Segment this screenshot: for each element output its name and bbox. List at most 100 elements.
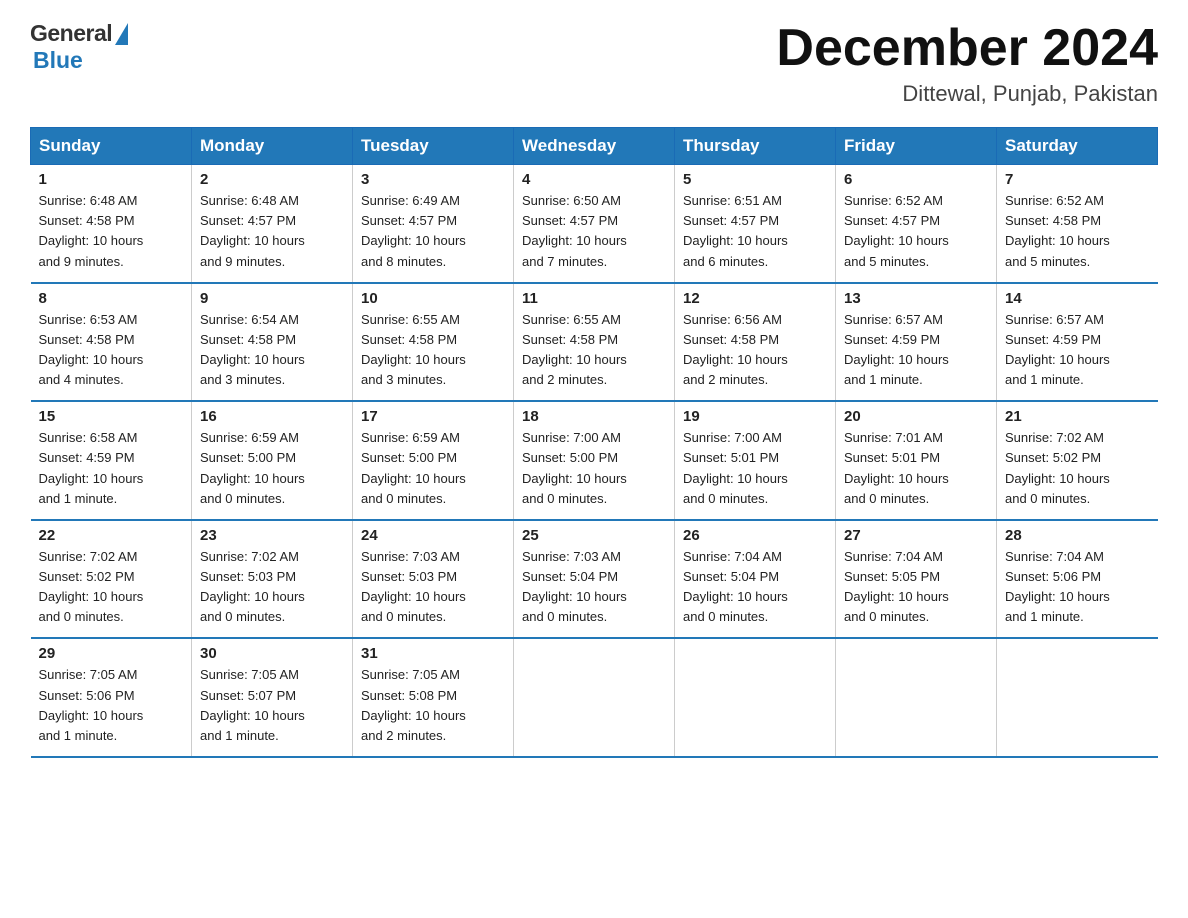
calendar-cell: 8Sunrise: 6:53 AM Sunset: 4:58 PM Daylig… (31, 283, 192, 402)
day-number: 9 (200, 290, 344, 307)
day-info: Sunrise: 6:57 AM Sunset: 4:59 PM Dayligh… (1005, 310, 1150, 391)
day-info: Sunrise: 7:03 AM Sunset: 5:03 PM Dayligh… (361, 547, 505, 628)
col-sunday: Sunday (31, 128, 192, 165)
calendar-table: Sunday Monday Tuesday Wednesday Thursday… (30, 127, 1158, 758)
day-number: 12 (683, 290, 827, 307)
col-monday: Monday (192, 128, 353, 165)
day-number: 17 (361, 408, 505, 425)
calendar-cell: 25 Sunrise: 7:03 AM Sunset: 5:04 PM Dayli… (514, 520, 675, 639)
day-info: Sunrise: 7:00 AM Sunset: 5:00 PM Dayligh… (522, 428, 666, 509)
day-info: Sunrise: 7:02 AM Sunset: 5:02 PM Dayligh… (1005, 428, 1150, 509)
calendar-cell: 12 Sunrise: 6:56 AM Sunset: 4:58 PM Dayli… (675, 283, 836, 402)
day-number: 14 (1005, 290, 1150, 307)
day-info: Sunrise: 7:05 AM Sunset: 5:07 PM Dayligh… (200, 665, 344, 746)
day-number: 29 (39, 645, 184, 662)
day-info: Sunrise: 7:04 AM Sunset: 5:06 PM Dayligh… (1005, 547, 1150, 628)
day-number: 23 (200, 527, 344, 544)
calendar-cell: 17 Sunrise: 6:59 AM Sunset: 5:00 PM Dayli… (353, 401, 514, 520)
day-info: Sunrise: 6:52 AM Sunset: 4:57 PM Dayligh… (844, 191, 988, 272)
col-saturday: Saturday (997, 128, 1158, 165)
logo-blue-text: Blue (33, 47, 83, 74)
day-number: 22 (39, 527, 184, 544)
day-info: Sunrise: 6:55 AM Sunset: 4:58 PM Dayligh… (361, 310, 505, 391)
col-thursday: Thursday (675, 128, 836, 165)
day-info: Sunrise: 6:49 AM Sunset: 4:57 PM Dayligh… (361, 191, 505, 272)
calendar-week-row: 1 Sunrise: 6:48 AM Sunset: 4:58 PM Daylig… (31, 165, 1158, 283)
day-info: Sunrise: 7:05 AM Sunset: 5:08 PM Dayligh… (361, 665, 505, 746)
col-wednesday: Wednesday (514, 128, 675, 165)
day-number: 18 (522, 408, 666, 425)
calendar-week-row: 15 Sunrise: 6:58 AM Sunset: 4:59 PM Dayli… (31, 401, 1158, 520)
calendar-cell: 23Sunrise: 7:02 AM Sunset: 5:03 PM Dayli… (192, 520, 353, 639)
day-info: Sunrise: 7:02 AM Sunset: 5:02 PM Dayligh… (39, 547, 184, 628)
day-number: 1 (39, 171, 184, 188)
day-number: 25 (522, 527, 666, 544)
day-info: Sunrise: 7:04 AM Sunset: 5:04 PM Dayligh… (683, 547, 827, 628)
header-row: Sunday Monday Tuesday Wednesday Thursday… (31, 128, 1158, 165)
day-number: 24 (361, 527, 505, 544)
day-number: 5 (683, 171, 827, 188)
day-info: Sunrise: 7:05 AM Sunset: 5:06 PM Dayligh… (39, 665, 184, 746)
day-number: 21 (1005, 408, 1150, 425)
day-number: 13 (844, 290, 988, 307)
day-info: Sunrise: 6:58 AM Sunset: 4:59 PM Dayligh… (39, 428, 184, 509)
day-number: 4 (522, 171, 666, 188)
day-info: Sunrise: 7:01 AM Sunset: 5:01 PM Dayligh… (844, 428, 988, 509)
day-number: 20 (844, 408, 988, 425)
calendar-cell: 22 Sunrise: 7:02 AM Sunset: 5:02 PM Dayli… (31, 520, 192, 639)
calendar-cell: 7 Sunrise: 6:52 AM Sunset: 4:58 PM Daylig… (997, 165, 1158, 283)
day-info: Sunrise: 6:59 AM Sunset: 5:00 PM Dayligh… (200, 428, 344, 509)
title-section: December 2024 Dittewal, Punjab, Pakistan (776, 20, 1158, 107)
day-number: 8 (39, 290, 184, 307)
calendar-cell: 31 Sunrise: 7:05 AM Sunset: 5:08 PM Dayli… (353, 638, 514, 757)
day-info: Sunrise: 6:54 AM Sunset: 4:58 PM Dayligh… (200, 310, 344, 391)
calendar-cell: 13Sunrise: 6:57 AM Sunset: 4:59 PM Dayli… (836, 283, 997, 402)
location-text: Dittewal, Punjab, Pakistan (776, 81, 1158, 107)
day-info: Sunrise: 6:50 AM Sunset: 4:57 PM Dayligh… (522, 191, 666, 272)
calendar-cell: 5Sunrise: 6:51 AM Sunset: 4:57 PM Daylig… (675, 165, 836, 283)
calendar-week-row: 22 Sunrise: 7:02 AM Sunset: 5:02 PM Dayli… (31, 520, 1158, 639)
calendar-cell: 29 Sunrise: 7:05 AM Sunset: 5:06 PM Dayli… (31, 638, 192, 757)
calendar-week-row: 8Sunrise: 6:53 AM Sunset: 4:58 PM Daylig… (31, 283, 1158, 402)
day-number: 28 (1005, 527, 1150, 544)
day-number: 6 (844, 171, 988, 188)
calendar-cell: 30Sunrise: 7:05 AM Sunset: 5:07 PM Dayli… (192, 638, 353, 757)
calendar-cell: 3Sunrise: 6:49 AM Sunset: 4:57 PM Daylig… (353, 165, 514, 283)
day-info: Sunrise: 6:56 AM Sunset: 4:58 PM Dayligh… (683, 310, 827, 391)
day-number: 27 (844, 527, 988, 544)
day-info: Sunrise: 7:03 AM Sunset: 5:04 PM Dayligh… (522, 547, 666, 628)
day-info: Sunrise: 6:48 AM Sunset: 4:57 PM Dayligh… (200, 191, 344, 272)
page-header: General Blue December 2024 Dittewal, Pun… (30, 20, 1158, 107)
day-number: 7 (1005, 171, 1150, 188)
day-number: 16 (200, 408, 344, 425)
logo-general-text: General (30, 20, 112, 47)
calendar-cell: 26 Sunrise: 7:04 AM Sunset: 5:04 PM Dayli… (675, 520, 836, 639)
day-number: 31 (361, 645, 505, 662)
day-number: 15 (39, 408, 184, 425)
calendar-cell: 2Sunrise: 6:48 AM Sunset: 4:57 PM Daylig… (192, 165, 353, 283)
day-number: 10 (361, 290, 505, 307)
day-info: Sunrise: 6:52 AM Sunset: 4:58 PM Dayligh… (1005, 191, 1150, 272)
logo: General Blue (30, 20, 128, 74)
calendar-cell (514, 638, 675, 757)
calendar-cell: 20 Sunrise: 7:01 AM Sunset: 5:01 PM Dayli… (836, 401, 997, 520)
col-tuesday: Tuesday (353, 128, 514, 165)
day-number: 26 (683, 527, 827, 544)
calendar-cell: 4 Sunrise: 6:50 AM Sunset: 4:57 PM Daylig… (514, 165, 675, 283)
day-number: 11 (522, 290, 666, 307)
day-info: Sunrise: 6:55 AM Sunset: 4:58 PM Dayligh… (522, 310, 666, 391)
calendar-cell: 10 Sunrise: 6:55 AM Sunset: 4:58 PM Dayli… (353, 283, 514, 402)
calendar-cell: 15 Sunrise: 6:58 AM Sunset: 4:59 PM Dayli… (31, 401, 192, 520)
calendar-cell: 24 Sunrise: 7:03 AM Sunset: 5:03 PM Dayli… (353, 520, 514, 639)
calendar-week-row: 29 Sunrise: 7:05 AM Sunset: 5:06 PM Dayli… (31, 638, 1158, 757)
calendar-cell (836, 638, 997, 757)
day-info: Sunrise: 6:59 AM Sunset: 5:00 PM Dayligh… (361, 428, 505, 509)
calendar-cell: 28 Sunrise: 7:04 AM Sunset: 5:06 PM Dayli… (997, 520, 1158, 639)
calendar-cell: 16 Sunrise: 6:59 AM Sunset: 5:00 PM Dayli… (192, 401, 353, 520)
calendar-cell: 1 Sunrise: 6:48 AM Sunset: 4:58 PM Daylig… (31, 165, 192, 283)
calendar-cell: 19Sunrise: 7:00 AM Sunset: 5:01 PM Dayli… (675, 401, 836, 520)
calendar-cell: 6 Sunrise: 6:52 AM Sunset: 4:57 PM Daylig… (836, 165, 997, 283)
day-info: Sunrise: 6:48 AM Sunset: 4:58 PM Dayligh… (39, 191, 184, 272)
day-info: Sunrise: 7:00 AM Sunset: 5:01 PM Dayligh… (683, 428, 827, 509)
calendar-body: 1 Sunrise: 6:48 AM Sunset: 4:58 PM Daylig… (31, 165, 1158, 757)
